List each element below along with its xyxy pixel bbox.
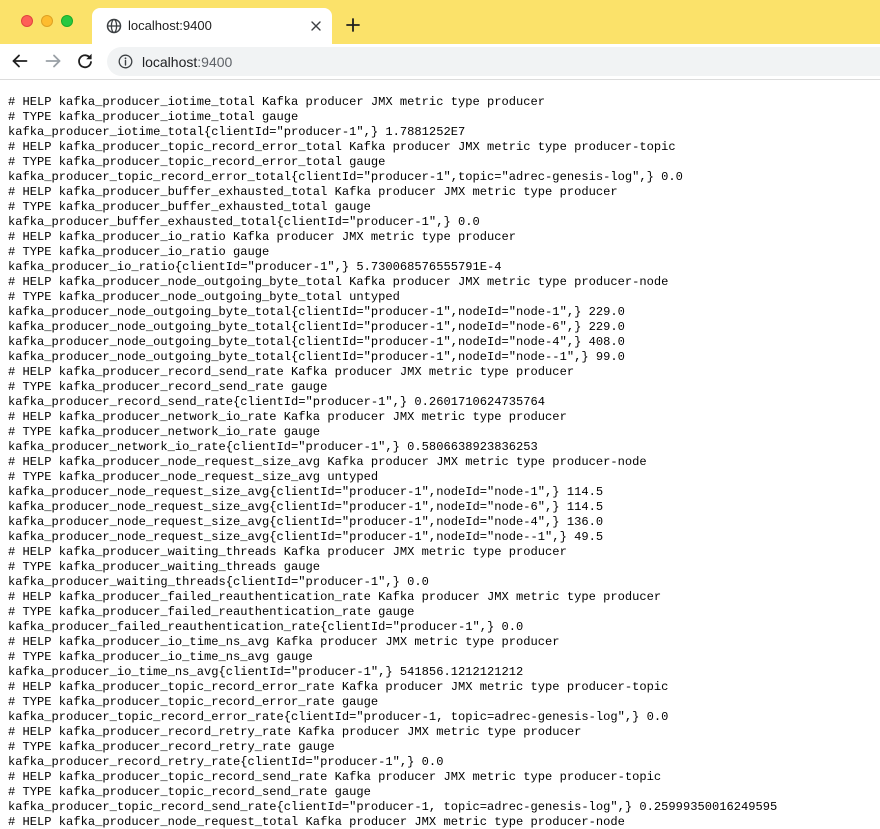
metric-line: # HELP kafka_producer_failed_reauthentic… [8, 590, 662, 604]
metric-line: # HELP kafka_producer_waiting_threads Ka… [8, 545, 567, 559]
forward-arrow-icon[interactable] [44, 52, 62, 70]
metric-line: # HELP kafka_producer_node_outgoing_byte… [8, 275, 669, 289]
metric-line: # TYPE kafka_producer_io_time_ns_avg gau… [8, 650, 313, 664]
globe-icon [106, 18, 122, 34]
metric-line: # HELP kafka_producer_record_retry_rate … [8, 725, 582, 739]
address-bar[interactable]: localhost:9400 [107, 47, 880, 76]
metric-line: # TYPE kafka_producer_network_io_rate ga… [8, 425, 321, 439]
metric-line: # HELP kafka_producer_node_request_total… [8, 815, 625, 829]
metric-line: kafka_producer_node_request_size_avg{cli… [8, 485, 604, 499]
url-host: localhost [142, 54, 198, 70]
metric-line: kafka_producer_node_outgoing_byte_total{… [8, 305, 625, 319]
metric-line: kafka_producer_node_request_size_avg{cli… [8, 500, 604, 514]
metric-line: # HELP kafka_producer_record_send_rate K… [8, 365, 575, 379]
metrics-text: # HELP kafka_producer_iotime_total Kafka… [0, 80, 880, 829]
metric-line: # TYPE kafka_producer_topic_record_error… [8, 695, 379, 709]
metric-line: # TYPE kafka_producer_record_retry_rate … [8, 740, 335, 754]
metric-line: kafka_producer_waiting_threads{clientId=… [8, 575, 429, 589]
metric-line: kafka_producer_record_retry_rate{clientI… [8, 755, 444, 769]
active-tab[interactable]: localhost:9400 [92, 8, 332, 44]
metric-line: kafka_producer_node_outgoing_byte_total{… [8, 320, 625, 334]
metric-line: kafka_producer_failed_reauthentication_r… [8, 620, 524, 634]
metric-line: # TYPE kafka_producer_io_ratio gauge [8, 245, 270, 259]
metric-line: # TYPE kafka_producer_topic_record_send_… [8, 785, 371, 799]
metric-line: # HELP kafka_producer_buffer_exhausted_t… [8, 185, 618, 199]
metric-line: # TYPE kafka_producer_node_request_size_… [8, 470, 379, 484]
info-icon[interactable] [118, 54, 133, 69]
metric-line: # HELP kafka_producer_topic_record_error… [8, 680, 669, 694]
reload-icon[interactable] [76, 52, 94, 70]
metric-line: kafka_producer_node_outgoing_byte_total{… [8, 350, 625, 364]
page-content: # HELP kafka_producer_iotime_total Kafka… [0, 80, 880, 829]
metric-line: kafka_producer_node_outgoing_byte_total{… [8, 335, 625, 349]
metric-line: # HELP kafka_producer_iotime_total Kafka… [8, 95, 546, 109]
metric-line: kafka_producer_node_request_size_avg{cli… [8, 515, 604, 529]
metric-line: # HELP kafka_producer_topic_record_error… [8, 140, 676, 154]
metric-line: # HELP kafka_producer_node_request_size_… [8, 455, 647, 469]
metric-line: # HELP kafka_producer_topic_record_send_… [8, 770, 662, 784]
metric-line: # TYPE kafka_producer_failed_reauthentic… [8, 605, 415, 619]
metric-line: kafka_producer_network_io_rate{clientId=… [8, 440, 538, 454]
close-window-button[interactable] [21, 15, 33, 27]
metric-line: # TYPE kafka_producer_topic_record_error… [8, 155, 386, 169]
metric-line: # TYPE kafka_producer_node_outgoing_byte… [8, 290, 400, 304]
maximize-window-button[interactable] [61, 15, 73, 27]
metric-line: # HELP kafka_producer_io_ratio Kafka pro… [8, 230, 517, 244]
tab-title: localhost:9400 [128, 18, 212, 33]
back-arrow-icon[interactable] [11, 52, 29, 70]
browser-toolbar: localhost:9400 [0, 44, 880, 80]
metric-line: # TYPE kafka_producer_iotime_total gauge [8, 110, 299, 124]
url-text[interactable]: localhost:9400 [142, 54, 232, 70]
tab-strip: localhost:9400 [0, 0, 880, 44]
metric-line: kafka_producer_topic_record_error_rate{c… [8, 710, 669, 724]
metric-line: kafka_producer_io_ratio{clientId="produc… [8, 260, 502, 274]
metric-line: # TYPE kafka_producer_waiting_threads ga… [8, 560, 321, 574]
metric-line: kafka_producer_node_request_size_avg{cli… [8, 530, 604, 544]
close-tab-icon[interactable] [308, 18, 324, 34]
metric-line: # HELP kafka_producer_network_io_rate Ka… [8, 410, 567, 424]
metric-line: # HELP kafka_producer_io_time_ns_avg Kaf… [8, 635, 560, 649]
metric-line: kafka_producer_topic_record_error_total{… [8, 170, 683, 184]
minimize-window-button[interactable] [41, 15, 53, 27]
url-port: :9400 [197, 54, 233, 70]
metric-line: kafka_producer_io_time_ns_avg{clientId="… [8, 665, 524, 679]
metric-line: kafka_producer_record_send_rate{clientId… [8, 395, 546, 409]
metric-line: kafka_producer_topic_record_send_rate{cl… [8, 800, 778, 814]
new-tab-plus-icon[interactable] [345, 17, 361, 33]
browser-window: localhost:9400 localhost:9400 # HELP kaf… [0, 0, 880, 829]
metric-line: # TYPE kafka_producer_buffer_exhausted_t… [8, 200, 371, 214]
metric-line: kafka_producer_buffer_exhausted_total{cl… [8, 215, 480, 229]
metric-line: kafka_producer_iotime_total{clientId="pr… [8, 125, 466, 139]
metric-line: # TYPE kafka_producer_record_send_rate g… [8, 380, 328, 394]
